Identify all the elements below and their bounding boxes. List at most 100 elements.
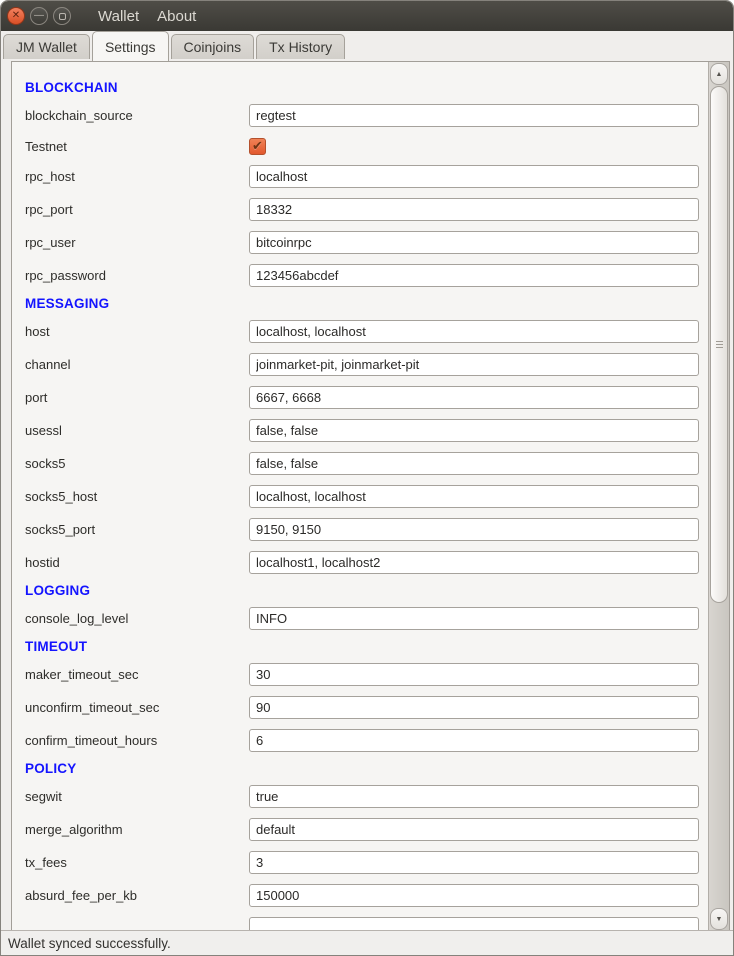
section-header-messaging: MESSAGING	[25, 292, 708, 315]
scrollbar-track[interactable]	[710, 86, 728, 907]
field-label: tx_fees	[25, 855, 249, 870]
field-label: unconfirm_timeout_sec	[25, 700, 249, 715]
field-row-partial	[25, 912, 708, 931]
field-row-tx_fees: tx_fees	[25, 846, 708, 879]
field-label: host	[25, 324, 249, 339]
field-input-rpc_host[interactable]	[249, 165, 699, 188]
field-label: Testnet	[25, 139, 249, 154]
field-row-rpc_password: rpc_password	[25, 259, 708, 292]
field-label: merge_algorithm	[25, 822, 249, 837]
status-bar: Wallet synced successfully.	[1, 930, 733, 955]
section-title: BLOCKCHAIN	[25, 80, 118, 95]
field-row-hostid: hostid	[25, 546, 708, 579]
section-header-logging: LOGGING	[25, 579, 708, 602]
field-input-console_log_level[interactable]	[249, 607, 699, 630]
field-input-unconfirm_timeout_sec[interactable]	[249, 696, 699, 719]
field-input-socks5[interactable]	[249, 452, 699, 475]
menu-item-about[interactable]: About	[148, 4, 205, 29]
field-label: rpc_user	[25, 235, 249, 250]
app-window: ✕ — Wallet About JM WalletSettingsCoinjo…	[0, 0, 734, 956]
section-header-blockchain: BLOCKCHAIN	[25, 76, 708, 99]
field-label: hostid	[25, 555, 249, 570]
field-label: port	[25, 390, 249, 405]
vertical-scrollbar[interactable]: ▲ ▼	[708, 62, 729, 931]
section-title: TIMEOUT	[25, 639, 87, 654]
field-input-port[interactable]	[249, 386, 699, 409]
grip-icon	[716, 341, 723, 342]
field-label: rpc_host	[25, 169, 249, 184]
section-header-timeout: TIMEOUT	[25, 635, 708, 658]
field-input-merge_algorithm[interactable]	[249, 818, 699, 841]
field-row-blockchain_source: blockchain_source	[25, 99, 708, 132]
section-title: LOGGING	[25, 583, 90, 598]
tab-jm-wallet[interactable]: JM Wallet	[3, 34, 90, 59]
maximize-button[interactable]	[53, 7, 71, 25]
field-label: socks5	[25, 456, 249, 471]
field-label: console_log_level	[25, 611, 249, 626]
field-input-rpc_user[interactable]	[249, 231, 699, 254]
field-row-channel: channel	[25, 348, 708, 381]
arrow-up-icon: ▲	[716, 71, 723, 78]
status-text: Wallet synced successfully.	[8, 936, 171, 951]
field-row-unconfirm_timeout_sec: unconfirm_timeout_sec	[25, 691, 708, 724]
close-icon: ✕	[12, 11, 20, 21]
field-label: segwit	[25, 789, 249, 804]
tab-settings[interactable]: Settings	[92, 31, 169, 61]
field-input-rpc_port[interactable]	[249, 198, 699, 221]
tab-bar: JM WalletSettingsCoinjoinsTx History	[1, 31, 733, 59]
field-label: socks5_host	[25, 489, 249, 504]
field-input-channel[interactable]	[249, 353, 699, 376]
title-bar: ✕ — Wallet About	[1, 1, 733, 31]
section-header-policy: POLICY	[25, 757, 708, 780]
scrollbar-thumb[interactable]	[710, 86, 728, 603]
field-input-blockchain_source[interactable]	[249, 104, 699, 127]
field-input-socks5_host[interactable]	[249, 485, 699, 508]
field-row-socks5: socks5	[25, 447, 708, 480]
menu-bar: Wallet About	[89, 4, 205, 29]
field-label: channel	[25, 357, 249, 372]
field-label: blockchain_source	[25, 108, 249, 123]
minimize-button[interactable]: —	[30, 7, 48, 25]
grip-icon	[716, 344, 723, 345]
field-input-socks5_port[interactable]	[249, 518, 699, 541]
section-title: POLICY	[25, 761, 76, 776]
checkbox-testnet[interactable]: ✔	[249, 138, 266, 155]
field-input-rpc_password[interactable]	[249, 264, 699, 287]
scroll-down-button[interactable]: ▼	[710, 908, 728, 930]
grip-icon	[716, 347, 723, 348]
field-row-usessl: usessl	[25, 414, 708, 447]
field-row-segwit: segwit	[25, 780, 708, 813]
maximize-icon	[59, 13, 66, 20]
field-input-confirm_timeout_hours[interactable]	[249, 729, 699, 752]
scroll-up-button[interactable]: ▲	[710, 63, 728, 85]
field-label: confirm_timeout_hours	[25, 733, 249, 748]
field-row-merge_algorithm: merge_algorithm	[25, 813, 708, 846]
settings-pane: BLOCKCHAIN blockchain_source Testnet✔rpc_h…	[11, 61, 730, 932]
tab-coinjoins[interactable]: Coinjoins	[171, 34, 255, 59]
field-label: absurd_fee_per_kb	[25, 888, 249, 903]
field-input-absurd_fee_per_kb[interactable]	[249, 884, 699, 907]
field-row-socks5_port: socks5_port	[25, 513, 708, 546]
field-input-host[interactable]	[249, 320, 699, 343]
field-label: rpc_password	[25, 268, 249, 283]
field-row-confirm_timeout_hours: confirm_timeout_hours	[25, 724, 708, 757]
field-row-port: port	[25, 381, 708, 414]
field-input-maker_timeout_sec[interactable]	[249, 663, 699, 686]
field-row-rpc_port: rpc_port	[25, 193, 708, 226]
settings-scroll-viewport: BLOCKCHAIN blockchain_source Testnet✔rpc_h…	[12, 62, 708, 931]
field-row-socks5_host: socks5_host	[25, 480, 708, 513]
field-input-usessl[interactable]	[249, 419, 699, 442]
minimize-icon: —	[34, 11, 44, 21]
field-row-maker_timeout_sec: maker_timeout_sec	[25, 658, 708, 691]
field-input-hostid[interactable]	[249, 551, 699, 574]
arrow-down-icon: ▼	[716, 916, 723, 923]
field-input-partial[interactable]	[249, 917, 699, 931]
menu-item-wallet[interactable]: Wallet	[89, 4, 148, 29]
close-button[interactable]: ✕	[7, 7, 25, 25]
tab-tx-history[interactable]: Tx History	[256, 34, 345, 59]
field-row-rpc_user: rpc_user	[25, 226, 708, 259]
field-input-segwit[interactable]	[249, 785, 699, 808]
field-label: rpc_port	[25, 202, 249, 217]
field-input-tx_fees[interactable]	[249, 851, 699, 874]
field-row-rpc_host: rpc_host	[25, 160, 708, 193]
